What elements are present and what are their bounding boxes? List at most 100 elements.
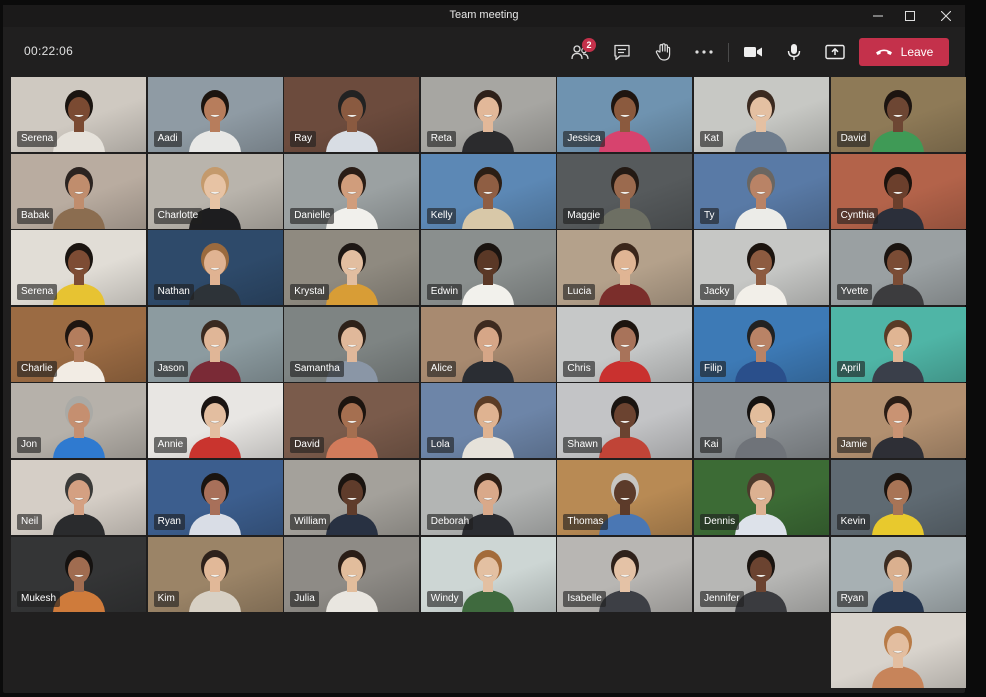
raise-hand-button[interactable] (648, 39, 678, 65)
participant-name: Kai (699, 437, 723, 454)
participant-video (872, 319, 925, 382)
participant-video (872, 549, 925, 612)
participant-tile[interactable]: Julia (284, 536, 420, 612)
participant-name: Krystal (290, 284, 329, 301)
participant-tile[interactable]: William (284, 459, 420, 535)
participant-tile[interactable]: Kai (693, 383, 829, 459)
participant-video (189, 319, 242, 382)
participant-name: Edwin (426, 284, 463, 301)
participant-tile[interactable]: Mukesh (11, 536, 146, 612)
participant-tile[interactable]: Edwin (420, 230, 556, 306)
participant-tile[interactable]: Aadi (147, 77, 283, 152)
participant-tile[interactable]: Samantha (284, 306, 420, 382)
participant-tile[interactable]: Dennis (693, 459, 829, 535)
participant-name: Lucia (563, 284, 596, 301)
participant-tile[interactable]: Ryan (147, 459, 283, 535)
participants-button[interactable]: 2 (565, 38, 596, 65)
participant-name: Kelly (426, 207, 457, 224)
participant-tile[interactable]: Yvette (830, 230, 966, 306)
participant-name: Mukesh (17, 590, 61, 607)
participant-video (462, 243, 515, 306)
participant-tile[interactable]: Charlie (11, 306, 146, 382)
participant-tile[interactable]: David (284, 383, 420, 459)
participant-video (735, 396, 788, 459)
participant-tile[interactable]: Kelly (420, 153, 556, 229)
participant-tile[interactable]: Kim (147, 536, 283, 612)
participant-video (325, 472, 378, 535)
participant-tile[interactable]: Neil (11, 459, 146, 535)
camera-button[interactable] (738, 39, 768, 65)
participant-tile[interactable]: Deborah (420, 459, 556, 535)
participant-tile[interactable]: Krystal (284, 230, 420, 306)
participant-name: Danielle (290, 207, 335, 224)
participant-name: Shawn (563, 437, 602, 454)
participant-tile[interactable]: Isabelle (557, 536, 693, 612)
participant-tile[interactable]: Reta (420, 77, 556, 152)
share-screen-icon (825, 44, 845, 60)
chat-button[interactable] (607, 39, 637, 65)
participant-tile[interactable]: Serena (11, 230, 146, 306)
participant-video (598, 396, 651, 459)
participant-tile[interactable]: Serena (11, 77, 146, 152)
participant-tile[interactable]: Windy (420, 536, 556, 612)
participant-video (735, 166, 788, 229)
participant-tile[interactable]: Chris (557, 306, 693, 382)
maximize-button[interactable] (893, 5, 927, 27)
meeting-timer: 00:22:06 (24, 44, 74, 58)
participant-tile[interactable]: Shawn (557, 383, 693, 459)
participant-video (52, 472, 105, 535)
minimize-button[interactable] (861, 5, 895, 27)
participant-tile[interactable]: Lola (420, 383, 556, 459)
participant-name: Lola (426, 437, 454, 454)
maximize-icon (905, 11, 915, 21)
participant-name: Dennis (699, 513, 740, 530)
meeting-toolbar: 00:22:06 2 Leave (3, 27, 965, 77)
participant-tile[interactable]: Jacky (693, 230, 829, 306)
participant-name: Charlotte (153, 207, 203, 224)
participant-tile[interactable] (830, 613, 966, 689)
leave-button[interactable]: Leave (859, 38, 949, 66)
participant-tile[interactable]: David (830, 77, 966, 152)
participant-name: Jessica (563, 131, 605, 147)
participant-tile[interactable]: Jon (11, 383, 146, 459)
participant-tile[interactable]: Kevin (830, 459, 966, 535)
participant-tile[interactable]: Jamie (830, 383, 966, 459)
participant-tile[interactable]: Nathan (147, 230, 283, 306)
participant-tile[interactable]: Ray (284, 77, 420, 152)
participant-tile[interactable]: Alice (420, 306, 556, 382)
participant-name: Serena (17, 131, 58, 147)
more-options-button[interactable] (689, 39, 719, 65)
leave-label: Leave (900, 45, 934, 59)
participant-tile[interactable]: Babak (11, 153, 146, 229)
title-bar: Team meeting (3, 5, 965, 27)
participant-tile[interactable]: Annie (147, 383, 283, 459)
participant-name: April (836, 360, 865, 377)
participant-video (462, 549, 515, 612)
participant-tile[interactable]: Danielle (284, 153, 420, 229)
microphone-button[interactable] (779, 39, 809, 65)
participant-tile[interactable]: Cynthia (830, 153, 966, 229)
participant-tile[interactable]: Charlotte (147, 153, 283, 229)
share-screen-button[interactable] (820, 39, 850, 65)
participant-name: Filip (699, 360, 727, 377)
participant-tile[interactable]: Lucia (557, 230, 693, 306)
participant-tile[interactable]: Filip (693, 306, 829, 382)
participant-tile[interactable]: April (830, 306, 966, 382)
close-window-button[interactable] (929, 5, 963, 27)
participant-tile[interactable]: Thomas (557, 459, 693, 535)
participant-video (52, 90, 105, 152)
participant-tile[interactable]: Ryan (830, 536, 966, 612)
participant-tile[interactable]: Jennifer (693, 536, 829, 612)
meeting-window: Team meeting 00:22:06 2 Leave Serena Aad… (3, 5, 966, 693)
participant-name: Serena (17, 284, 58, 301)
participant-name: Jamie (836, 437, 872, 454)
participant-tile[interactable]: Ty (693, 153, 829, 229)
participant-tile[interactable]: Kat (693, 77, 829, 152)
participant-tile[interactable]: Jason (147, 306, 283, 382)
participants-badge: 2 (582, 38, 596, 52)
participant-video (52, 166, 105, 229)
participant-video (325, 90, 378, 152)
participant-tile[interactable]: Jessica (557, 77, 693, 152)
participant-video (462, 319, 515, 382)
participant-tile[interactable]: Maggie (557, 153, 693, 229)
